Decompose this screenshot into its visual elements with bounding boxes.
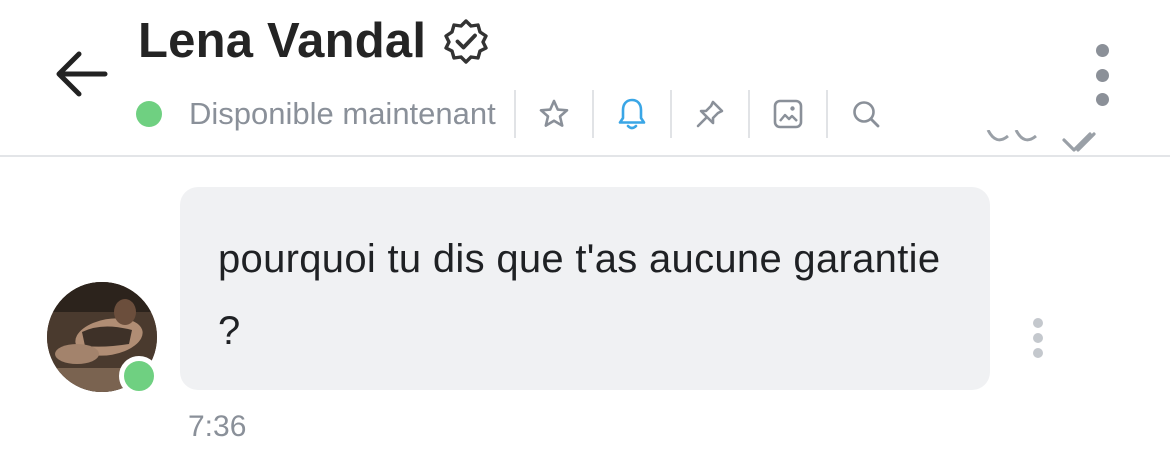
more-options-button[interactable] xyxy=(1082,44,1122,106)
back-button[interactable] xyxy=(52,48,110,100)
pin-button[interactable] xyxy=(692,94,728,134)
online-status-dot xyxy=(136,101,162,127)
message-text: pourquoi tu dis que t'as aucune garantie… xyxy=(218,237,941,353)
contact-title-row: Lena Vandal xyxy=(138,10,490,72)
contact-name[interactable]: Lena Vandal xyxy=(138,13,426,69)
verified-badge-icon xyxy=(442,17,490,65)
search-button[interactable] xyxy=(848,94,884,134)
bell-icon xyxy=(618,98,646,130)
media-button[interactable] xyxy=(770,94,806,134)
message-bubble[interactable]: pourquoi tu dis que t'as aucune garantie… xyxy=(180,187,990,390)
toolbar-divider xyxy=(669,90,672,138)
toolbar-divider xyxy=(747,90,750,138)
status-toolbar: Disponible maintenant xyxy=(136,88,884,140)
availability-status: Disponible maintenant xyxy=(189,96,496,131)
previous-message-read-receipt xyxy=(986,130,1106,156)
avatar-online-badge xyxy=(119,356,159,396)
star-icon xyxy=(539,99,569,127)
search-icon xyxy=(852,101,880,128)
image-icon xyxy=(773,99,803,129)
toolbar-divider xyxy=(591,90,594,138)
message-timestamp: 7:36 xyxy=(188,410,247,443)
toolbar-divider xyxy=(825,90,828,138)
message-options-button[interactable] xyxy=(1026,318,1050,358)
toolbar-divider xyxy=(513,90,516,138)
pin-icon xyxy=(696,100,724,128)
double-check-icon xyxy=(986,130,1096,152)
more-vertical-icon xyxy=(1033,318,1043,328)
favorite-button[interactable] xyxy=(536,94,572,134)
notifications-button[interactable] xyxy=(614,94,650,134)
arrow-left-icon xyxy=(56,51,108,97)
more-vertical-icon xyxy=(1095,44,1109,57)
